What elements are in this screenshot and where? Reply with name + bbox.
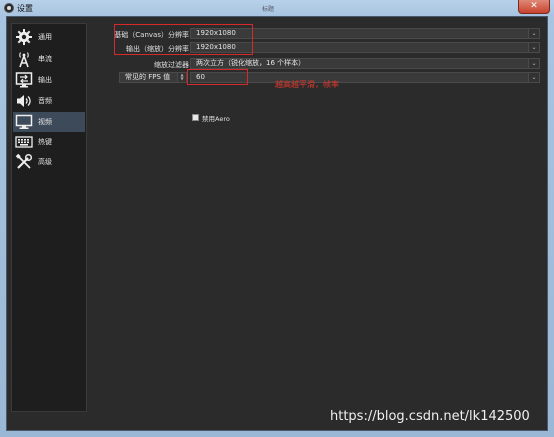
sidebar-item-label: 通用 xyxy=(38,33,52,41)
highlight-box-resolution xyxy=(114,24,253,55)
annotation-text: 越高越平滑，帧率 xyxy=(275,80,339,89)
keyboard-icon xyxy=(15,133,33,151)
spin-arrows-icon[interactable]: ▲ ▼ xyxy=(177,73,186,82)
chevron-down-icon[interactable]: ⌄ xyxy=(528,43,539,52)
sidebar-item-video[interactable]: 视频 xyxy=(13,112,85,132)
fps-type-combo[interactable]: 常见的 FPS 值 ▲ ▼ xyxy=(119,72,187,83)
fps-type-label: 常见的 FPS 值 xyxy=(125,73,171,81)
title-bar: 设置 标题 ✕ xyxy=(0,0,554,16)
window-center-title: 标题 xyxy=(262,6,275,13)
settings-window: 设置 标题 ✕ 通用 串流 输出 音频 视频 热键 高级 基础（Canvas）分… xyxy=(0,0,554,437)
monitor-icon xyxy=(15,113,33,131)
highlight-box-fps xyxy=(187,69,248,85)
sidebar-item-audio[interactable]: 音频 xyxy=(13,91,85,111)
output-icon xyxy=(15,71,33,89)
sidebar-item-label: 输出 xyxy=(38,76,52,84)
sidebar-item-label: 高级 xyxy=(38,158,52,166)
sidebar-item-general[interactable]: 通用 xyxy=(13,27,85,47)
sidebar-item-label: 热键 xyxy=(38,138,52,146)
sidebar-item-label: 串流 xyxy=(38,55,52,63)
tools-icon xyxy=(15,153,33,171)
close-button[interactable]: ✕ xyxy=(518,0,550,14)
chevron-down-icon[interactable]: ⌄ xyxy=(528,29,539,38)
window-title: 设置 xyxy=(17,4,33,13)
gear-icon xyxy=(15,28,33,46)
chevron-down-icon[interactable]: ⌄ xyxy=(528,59,539,68)
antenna-icon xyxy=(15,50,33,68)
speaker-icon xyxy=(15,92,33,110)
sidebar-item-hotkeys[interactable]: 热键 xyxy=(13,132,85,152)
downscale-filter-combo[interactable]: 两次立方（锐化缩放，16 个样本） ⌄ xyxy=(190,58,540,69)
downscale-filter-value: 两次立方（锐化缩放，16 个样本） xyxy=(196,59,306,67)
sidebar-item-stream[interactable]: 串流 xyxy=(13,49,85,69)
settings-sidebar: 通用 串流 输出 音频 视频 热键 高级 xyxy=(11,23,87,412)
obs-logo-icon xyxy=(4,3,14,13)
settings-content: 通用 串流 输出 音频 视频 热键 高级 基础（Canvas）分辨率 1920x… xyxy=(6,16,548,431)
disable-aero-label: 禁用Aero xyxy=(202,115,230,123)
sidebar-item-label: 视频 xyxy=(38,118,52,126)
sidebar-item-advanced[interactable]: 高级 xyxy=(13,152,85,172)
disable-aero-checkbox[interactable] xyxy=(192,114,199,121)
sidebar-item-label: 音频 xyxy=(38,97,52,105)
downscale-filter-label: 缩放过滤器 xyxy=(154,61,189,69)
sidebar-item-output[interactable]: 输出 xyxy=(13,70,85,90)
chevron-down-icon[interactable]: ⌄ xyxy=(528,73,539,82)
watermark: https://blog.csdn.net/lk142500 xyxy=(330,409,530,424)
